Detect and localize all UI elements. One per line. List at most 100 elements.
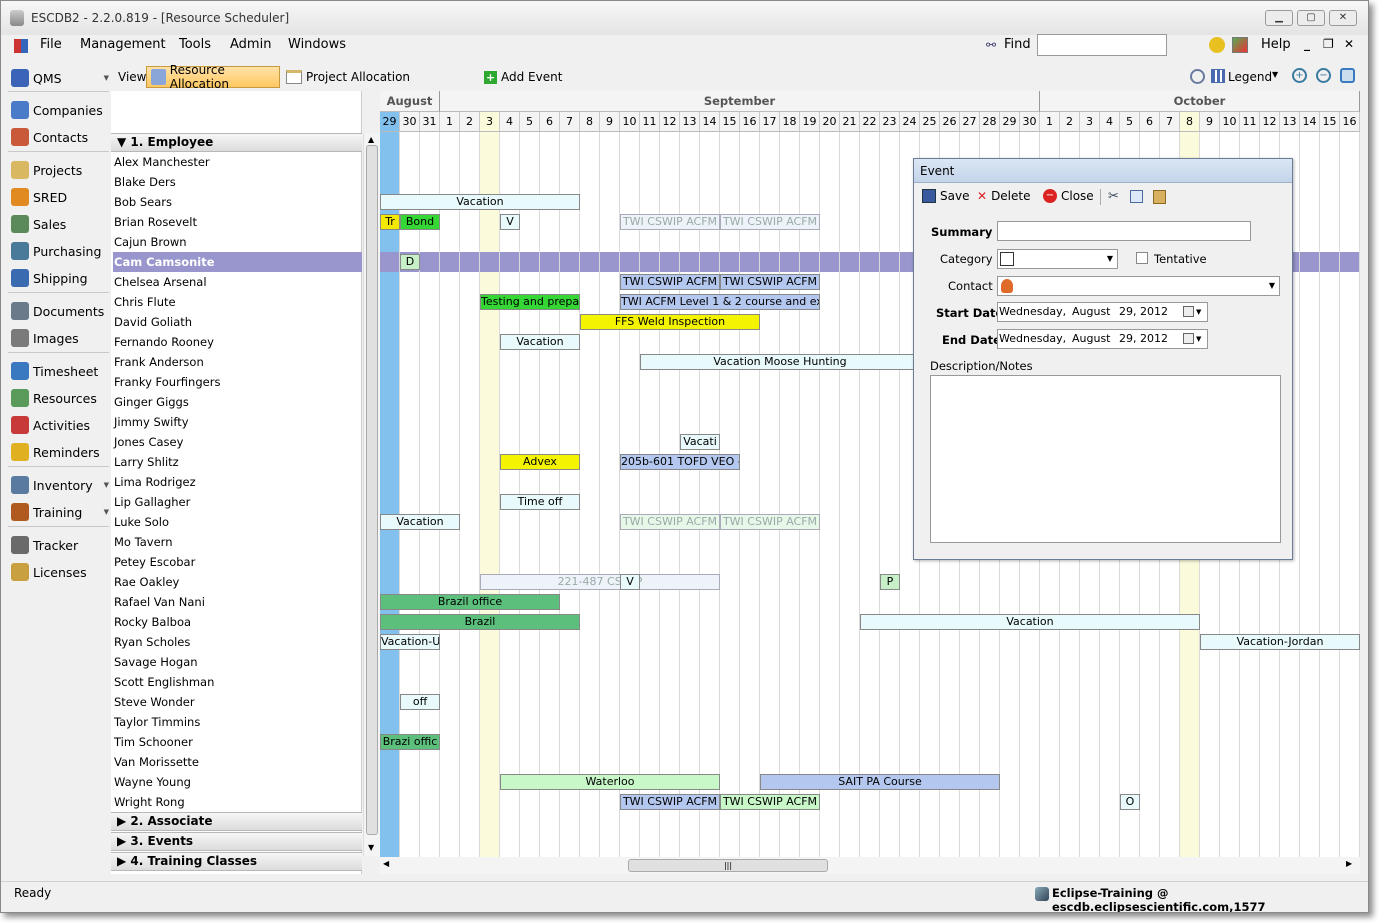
- menu-admin[interactable]: Admin: [230, 37, 271, 52]
- start-date-day[interactable]: 29, 2012: [1119, 303, 1168, 321]
- menu-help[interactable]: Help: [1261, 37, 1291, 52]
- end-date-month[interactable]: August: [1072, 330, 1111, 348]
- end-date-picker[interactable]: Wednesday, August 29, 2012 ▼: [997, 329, 1208, 349]
- nav-item-timesheet[interactable]: Timesheet: [11, 360, 109, 382]
- employee-row[interactable]: Rafael Van Nani: [113, 592, 362, 612]
- event-bar[interactable]: Brazil: [380, 614, 580, 630]
- employee-row[interactable]: Ryan Scholes: [113, 632, 362, 652]
- employee-row[interactable]: Petey Escobar: [113, 552, 362, 572]
- event-bar[interactable]: Waterloo: [500, 774, 720, 790]
- employee-row[interactable]: Tim Schooner: [113, 732, 362, 752]
- nav-item-images[interactable]: Images: [11, 327, 109, 349]
- paste-icon[interactable]: [1153, 190, 1166, 204]
- summary-input[interactable]: [997, 221, 1251, 241]
- employee-row[interactable]: Cajun Brown: [113, 232, 362, 252]
- menu-management[interactable]: Management: [80, 37, 166, 52]
- expand-icon[interactable]: ▶: [117, 854, 130, 868]
- employee-row[interactable]: Frank Anderson: [113, 352, 362, 372]
- menu-tools[interactable]: Tools: [179, 37, 211, 52]
- event-bar[interactable]: Brazi offic: [380, 734, 440, 750]
- employee-row[interactable]: Steve Wonder: [113, 692, 362, 712]
- notify-icon[interactable]: [1209, 37, 1225, 53]
- event-bar[interactable]: D: [400, 254, 420, 270]
- employee-row[interactable]: Brian Rosevelt: [113, 212, 362, 232]
- event-bar[interactable]: Vacation-Jordan: [1200, 634, 1360, 650]
- nav-item-inventory[interactable]: Inventory ▼: [11, 474, 109, 496]
- event-bar[interactable]: Time off: [500, 494, 580, 510]
- event-bar[interactable]: 221-487 CSWIP: [480, 574, 720, 590]
- start-date-dropdown-icon[interactable]: ▼: [1196, 303, 1201, 321]
- event-bar[interactable]: P: [880, 574, 900, 590]
- minimize-button[interactable]: ▁: [1265, 10, 1293, 26]
- event-bar[interactable]: Vacation: [380, 514, 460, 530]
- nav-item-reminders[interactable]: Reminders: [11, 441, 109, 463]
- end-date-dow[interactable]: Wednesday,: [999, 330, 1066, 348]
- employee-row[interactable]: Lip Gallagher: [113, 492, 362, 512]
- start-date-dow[interactable]: Wednesday,: [999, 303, 1066, 321]
- close-window-button[interactable]: ✕: [1329, 10, 1357, 26]
- nav-item-sred[interactable]: SRED: [11, 186, 109, 208]
- employee-row[interactable]: Ginger Giggs: [113, 392, 362, 412]
- employee-row[interactable]: Jones Casey: [113, 432, 362, 452]
- zoom-in-icon[interactable]: +: [1292, 68, 1307, 83]
- event-bar[interactable]: TWI CSWIP ACFM: [720, 274, 820, 290]
- event-bar[interactable]: TWI CSWIP ACFM: [620, 214, 720, 230]
- end-date-day[interactable]: 29, 2012: [1119, 330, 1168, 348]
- nav-item-documents[interactable]: Documents: [11, 300, 109, 322]
- legend-dropdown-icon[interactable]: ▼: [1272, 70, 1278, 79]
- event-bar[interactable]: Tr: [380, 214, 400, 230]
- legend-button[interactable]: Legend: [1228, 70, 1272, 84]
- collapse-icon[interactable]: ▼: [117, 135, 130, 149]
- event-bar[interactable]: TWI ACFM Level 1 & 2 course and exa: [620, 294, 820, 310]
- event-bar[interactable]: TWI CSWIP ACFM: [720, 514, 820, 530]
- nav-item-projects[interactable]: Projects: [11, 159, 109, 181]
- nav-item-licenses[interactable]: Licenses: [11, 561, 109, 583]
- employee-row[interactable]: Franky Fourfingers: [113, 372, 362, 392]
- employee-row[interactable]: Mo Tavern: [113, 532, 362, 552]
- start-date-picker[interactable]: Wednesday, August 29, 2012 ▼: [997, 302, 1208, 322]
- event-bar[interactable]: 205b-601 TOFD VEO -: [620, 454, 740, 470]
- employee-row[interactable]: Blake Ders: [113, 172, 362, 192]
- event-bar[interactable]: TWI CSWIP ACFM: [620, 514, 720, 530]
- resource-vertical-scrollbar[interactable]: ▲ ▼: [363, 133, 380, 856]
- event-bar[interactable]: SAIT PA Course: [760, 774, 1000, 790]
- group-header-events[interactable]: ▶ 3. Events: [111, 832, 362, 851]
- resource-allocation-button[interactable]: Resource Allocation: [146, 63, 280, 91]
- menu-file[interactable]: File: [40, 37, 62, 52]
- menu-windows[interactable]: Windows: [288, 37, 346, 52]
- event-bar[interactable]: V: [620, 574, 640, 590]
- employee-row[interactable]: Wayne Young: [113, 772, 362, 792]
- event-bar[interactable]: O: [1120, 794, 1140, 810]
- employee-row[interactable]: Alex Manchester: [113, 152, 362, 172]
- employee-row[interactable]: David Goliath: [113, 312, 362, 332]
- event-bar[interactable]: Vacation: [860, 614, 1200, 630]
- group-header-employee[interactable]: ▼ 1. Employee: [111, 133, 362, 152]
- event-bar[interactable]: TWI CSWIP ACFM: [620, 274, 720, 290]
- tentative-checkbox[interactable]: [1136, 252, 1148, 264]
- nav-item-contacts[interactable]: Contacts: [11, 126, 109, 148]
- nav-item-training[interactable]: Training ▼: [11, 501, 109, 523]
- mdi-minimize-icon[interactable]: _: [1304, 37, 1310, 51]
- employee-row[interactable]: Bob Sears: [113, 192, 362, 212]
- nav-item-activities[interactable]: Activities: [11, 414, 109, 436]
- nav-item-companies[interactable]: Companies: [11, 99, 109, 121]
- nav-item-resources[interactable]: Resources: [11, 387, 109, 409]
- event-bar[interactable]: FFS Weld Inspection: [580, 314, 760, 330]
- timezone-icon[interactable]: [1190, 69, 1205, 84]
- calendar-dropdown-icon[interactable]: [1183, 306, 1194, 317]
- close-button[interactable]: − Close: [1043, 189, 1094, 203]
- employee-row[interactable]: Wright Rong: [113, 792, 362, 812]
- nav-item-tracker[interactable]: Tracker: [11, 534, 109, 556]
- event-bar[interactable]: Vacation: [500, 334, 580, 350]
- scroll-left-icon[interactable]: ◀: [383, 859, 389, 868]
- event-bar[interactable]: Advex: [500, 454, 580, 470]
- event-bar[interactable]: V: [500, 214, 520, 230]
- event-bar[interactable]: Brazil office: [380, 594, 560, 610]
- employee-row[interactable]: Luke Solo: [113, 512, 362, 532]
- save-button[interactable]: Save: [922, 189, 969, 203]
- group-header-training[interactable]: ▶ 4. Training Classes: [111, 852, 362, 871]
- expand-icon[interactable]: ▶: [117, 814, 130, 828]
- event-bar[interactable]: Bond: [400, 214, 440, 230]
- maximize-button[interactable]: ▢: [1297, 10, 1325, 26]
- chevron-down-icon[interactable]: ▼: [104, 481, 109, 489]
